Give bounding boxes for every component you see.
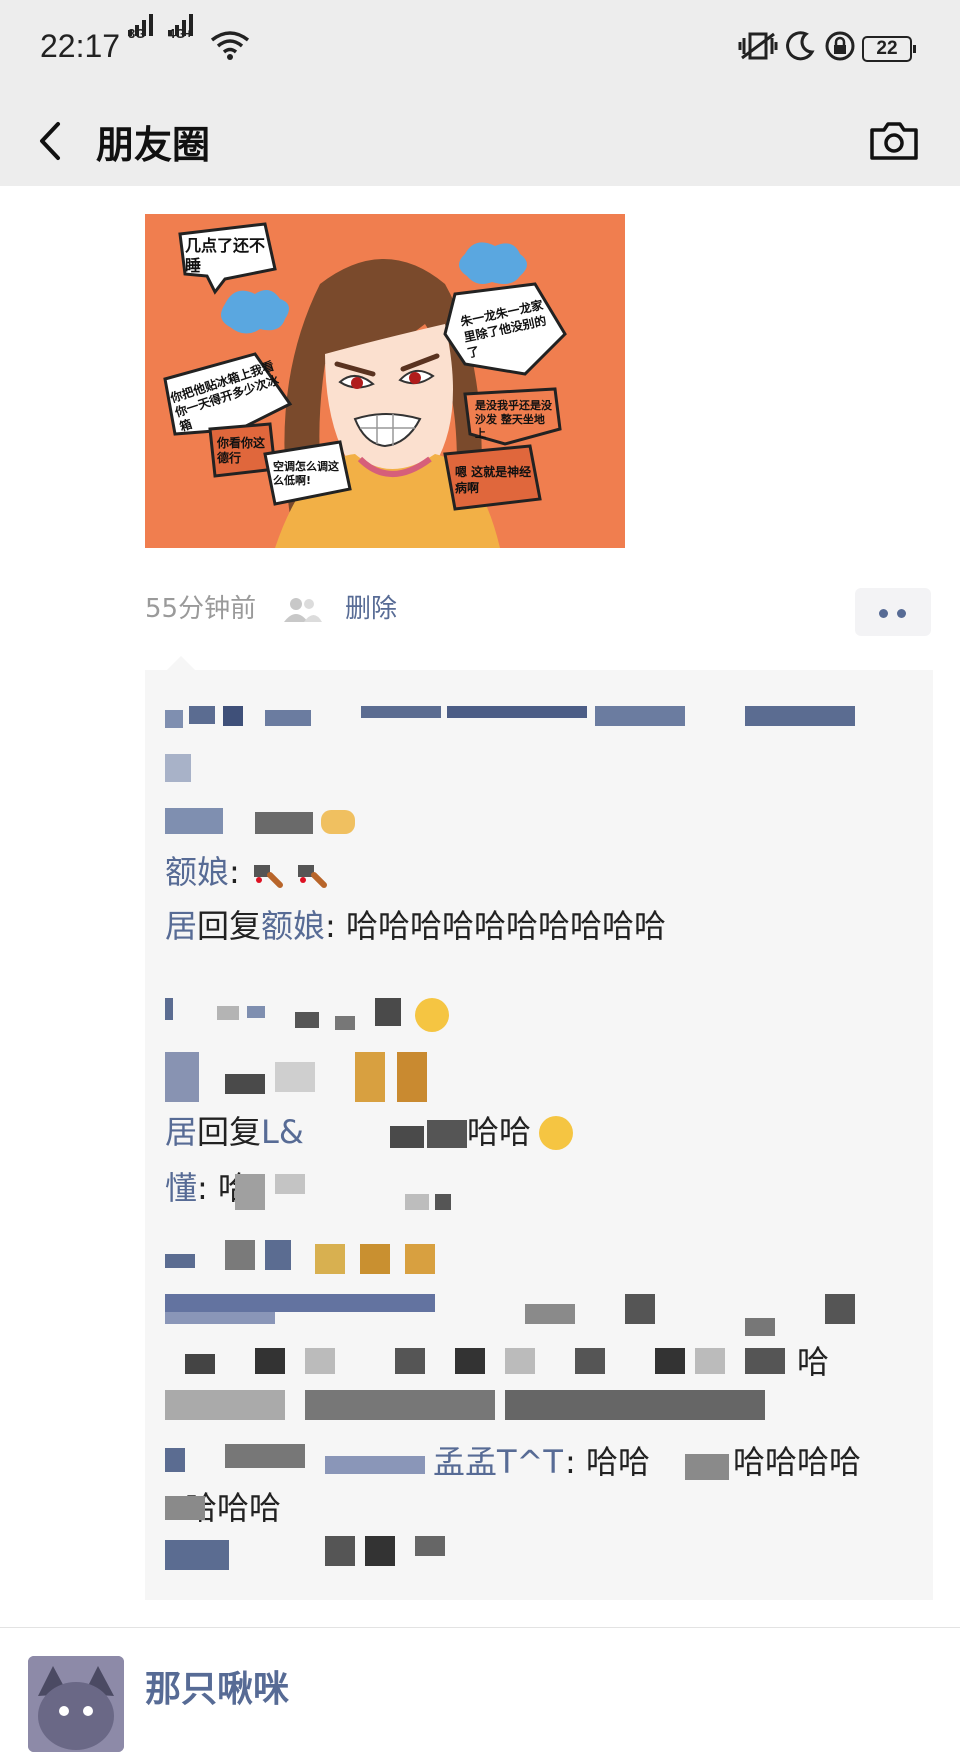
crying-laugh-emoji-icon [415,998,449,1032]
reply-target-name[interactable]: 额娘 [261,907,325,945]
clock: 22:17 [40,28,121,64]
comment-line-8[interactable]: 懂: 哈 [165,1166,451,1210]
comment-line-3[interactable]: 额娘: [165,850,328,894]
knife-emoji-icon [253,865,283,888]
wifi-icon [210,31,250,60]
comment-text: 哈哈 [467,1113,532,1151]
post-image[interactable]: 几点了还不睡 朱一龙朱一龙家里除了他没别的了 你把他贴冰箱上我看你一天得开多少次… [145,214,625,548]
battery-indicator: 22 [862,36,916,62]
post-timestamp: 55分钟前 [145,594,257,624]
bubble-text-7: 嗯 这就是神经病啊 [455,465,532,495]
reply-label: 回复 [197,1113,262,1151]
bubble-text-5: 你看你这德行 [217,436,266,465]
next-post-author[interactable]: 那只啾咪 [145,1660,289,1712]
page-title: 朋友圈 [96,123,211,167]
reply-label: 回复 [197,907,262,945]
vibrate-icon [738,32,778,60]
back-arrow-icon[interactable] [30,116,78,166]
commenter-name[interactable]: 额娘 [165,853,229,891]
comment-text-2: 哈哈哈哈 [733,1443,862,1481]
moon-icon [786,31,815,61]
comments-panel: 额娘: 居回复额娘: 哈哈哈哈哈哈哈哈哈哈 居回复L& 哈哈 懂: 哈 哈 孟孟… [145,656,933,1600]
comment-line-7[interactable]: 居回复L& 哈哈 [165,1110,573,1154]
commenter-name[interactable]: 懂 [165,1169,197,1207]
cat-avatar-icon [28,1656,124,1752]
comment-text: : 哈哈 [565,1443,650,1481]
avatar[interactable] [28,1656,124,1752]
nav-bar: 朋友圈 [0,96,960,186]
mosaic-block [165,754,191,782]
more-actions-button[interactable] [855,588,931,636]
laughing-emoji-icon [539,1116,573,1150]
post-divider [0,1627,960,1628]
commenter-name[interactable]: 居 [165,907,197,945]
reply-target-name[interactable]: L& [261,1113,304,1151]
delete-link[interactable]: 删除 [345,588,397,625]
comment-text: 哈 [797,1343,830,1381]
camera-icon[interactable] [864,110,924,170]
visibility-friends-icon[interactable] [282,596,322,622]
bubble-text-4: 是没我乎还是没沙发 整天坐地上 [475,399,552,440]
rotation-lock-icon [825,31,855,61]
bubble-text-1: 几点了还不睡 [185,236,266,275]
status-bar: 22:17 3G 4G+ 22 [0,0,960,96]
comment-text: : 哈哈哈哈哈哈哈哈哈哈 [325,907,667,945]
commenter-name[interactable]: 孟孟T^T [433,1440,563,1484]
knife-emoji-icon [298,865,328,888]
comment-line-4[interactable]: 居回复额娘: 哈哈哈哈哈哈哈哈哈哈 [165,904,666,948]
commenter-name[interactable]: 居 [165,1113,197,1151]
bubble-text-6: 空调怎么调这么低啊! [273,460,339,487]
